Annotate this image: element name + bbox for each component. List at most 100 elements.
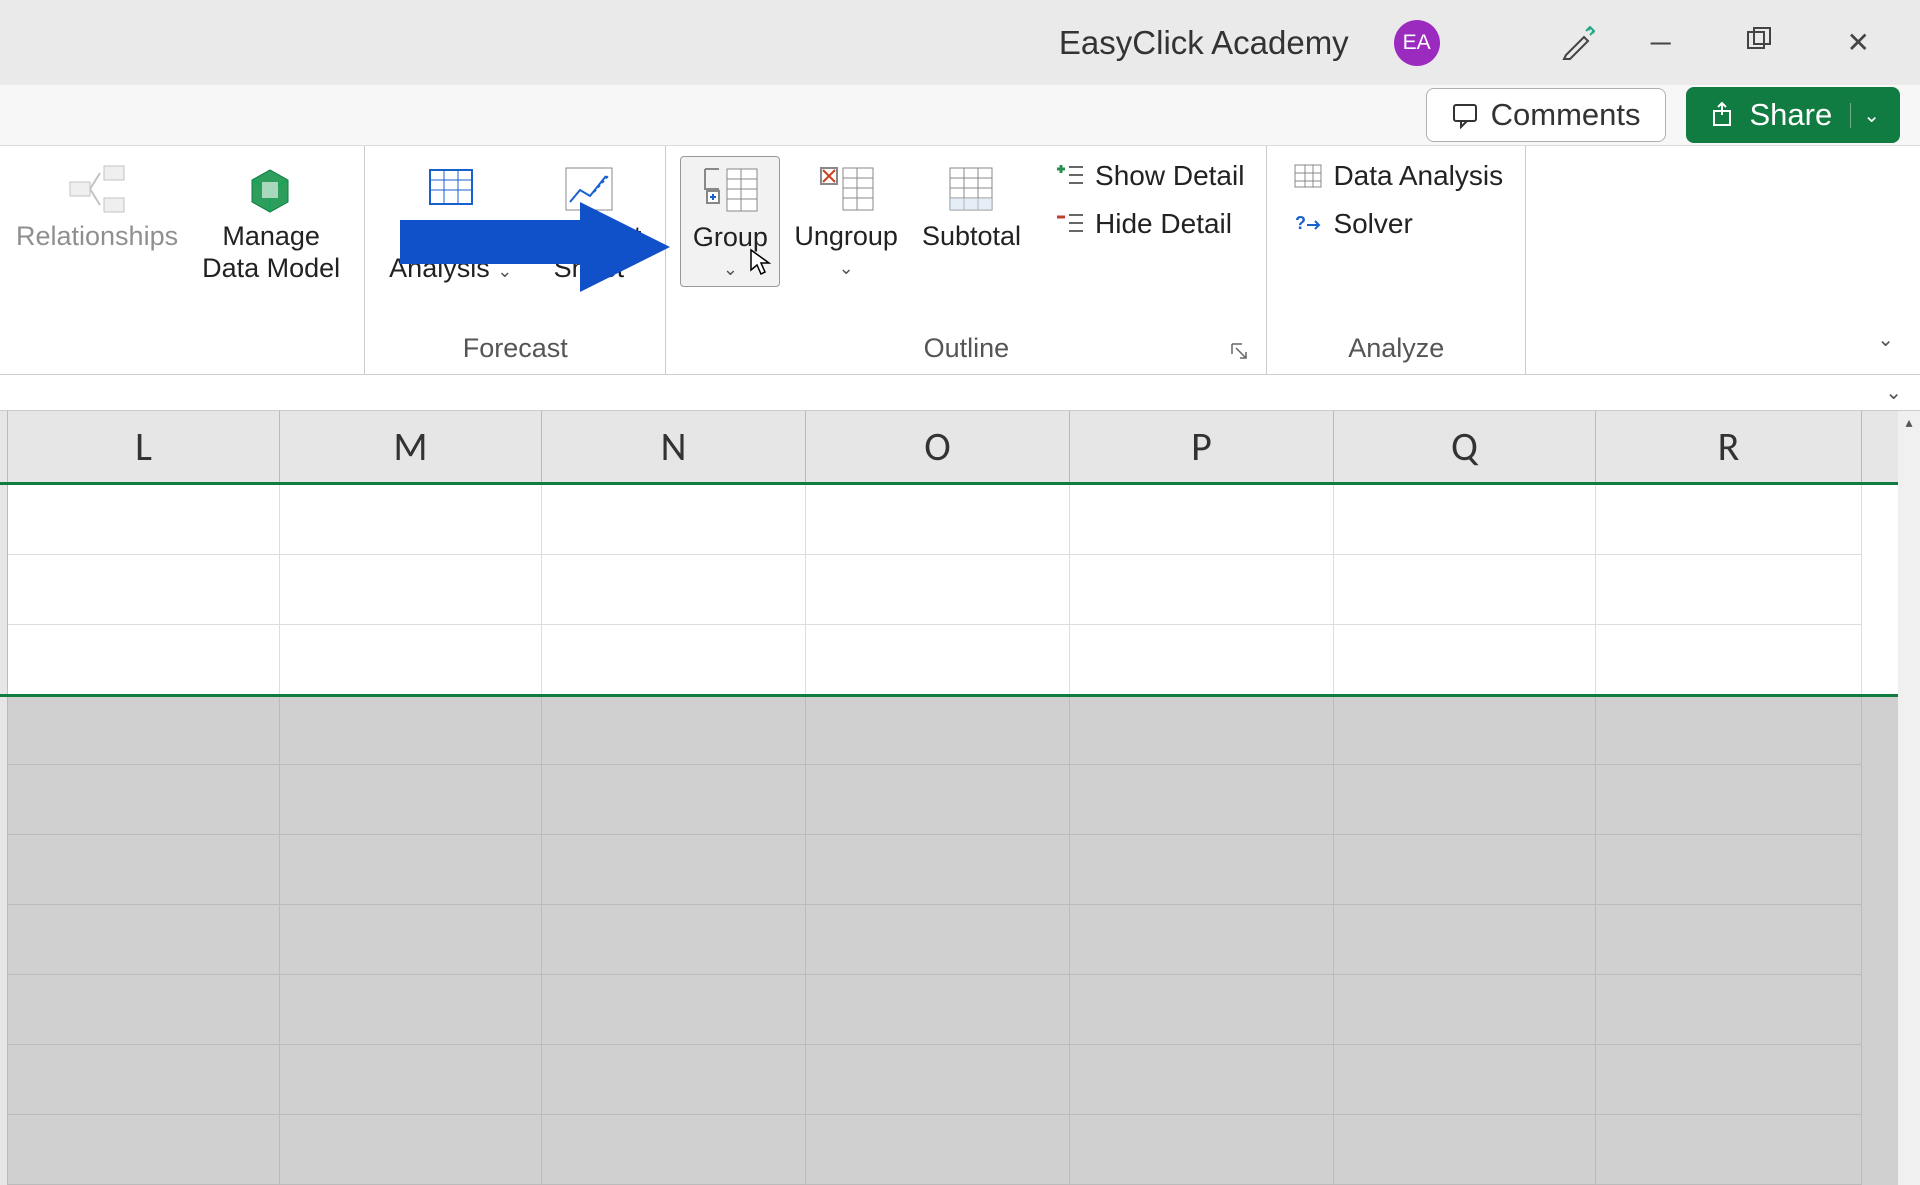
column-header-L[interactable]: L xyxy=(8,411,280,482)
grid-cell[interactable] xyxy=(280,835,542,905)
grid-cell[interactable] xyxy=(542,555,806,625)
column-header-Q[interactable]: Q xyxy=(1334,411,1596,482)
grid-cell[interactable] xyxy=(8,695,280,765)
grid-cell[interactable] xyxy=(1596,905,1862,975)
minimize-button[interactable]: ─ xyxy=(1631,19,1691,67)
grid-cell[interactable] xyxy=(542,765,806,835)
grid-cell[interactable] xyxy=(1334,695,1596,765)
grid-cell[interactable] xyxy=(8,485,280,555)
column-header-N[interactable]: N xyxy=(542,411,806,482)
grid-cell[interactable] xyxy=(1334,1045,1596,1115)
grid-cell[interactable] xyxy=(542,485,806,555)
what-if-analysis-button[interactable]: What-If Analysis ⌄ xyxy=(379,156,522,291)
grid-cell[interactable] xyxy=(1070,625,1334,695)
ungroup-button[interactable]: Ungroup ⌄ xyxy=(784,156,908,285)
group-button[interactable]: Group ⌄ xyxy=(680,156,780,287)
grid-cell[interactable] xyxy=(542,835,806,905)
maximize-button[interactable] xyxy=(1726,18,1792,67)
grid-cell[interactable] xyxy=(8,835,280,905)
grid-cell[interactable] xyxy=(1596,625,1862,695)
grid-cell[interactable] xyxy=(1596,1045,1862,1115)
grid-cell[interactable] xyxy=(8,555,280,625)
grid-cell[interactable] xyxy=(1596,485,1862,555)
grid-cell[interactable] xyxy=(280,1115,542,1185)
spreadsheet-grid[interactable]: LMNOPQR ▴ xyxy=(0,411,1920,1185)
grid-cell[interactable] xyxy=(806,695,1070,765)
grid-row[interactable] xyxy=(0,1045,1920,1115)
hide-detail-button[interactable]: Hide Detail xyxy=(1047,204,1252,244)
column-header-P[interactable]: P xyxy=(1070,411,1334,482)
comments-button[interactable]: Comments xyxy=(1426,88,1666,142)
grid-row[interactable] xyxy=(0,485,1920,555)
column-header-O[interactable]: O xyxy=(806,411,1070,482)
grid-cell[interactable] xyxy=(806,765,1070,835)
solver-button[interactable]: ? Solver xyxy=(1285,204,1511,244)
grid-cell[interactable] xyxy=(8,975,280,1045)
pen-icon[interactable] xyxy=(1560,25,1596,61)
grid-cell[interactable] xyxy=(280,905,542,975)
grid-cell[interactable] xyxy=(542,1045,806,1115)
grid-cell[interactable] xyxy=(1070,1115,1334,1185)
grid-cell[interactable] xyxy=(280,485,542,555)
grid-cell[interactable] xyxy=(542,905,806,975)
grid-cell[interactable] xyxy=(8,625,280,695)
close-button[interactable]: ✕ xyxy=(1827,18,1890,67)
grid-cell[interactable] xyxy=(8,1115,280,1185)
grid-cell[interactable] xyxy=(806,1045,1070,1115)
grid-row[interactable] xyxy=(0,765,1920,835)
grid-cell[interactable] xyxy=(1334,975,1596,1045)
grid-cell[interactable] xyxy=(806,835,1070,905)
grid-cell[interactable] xyxy=(1070,695,1334,765)
show-detail-button[interactable]: Show Detail xyxy=(1047,156,1252,196)
grid-cell[interactable] xyxy=(1334,555,1596,625)
avatar[interactable]: EA xyxy=(1394,20,1440,66)
dialog-launcher-icon[interactable] xyxy=(1230,342,1248,360)
grid-cell[interactable] xyxy=(1334,1115,1596,1185)
chevron-down-icon[interactable]: ⌄ xyxy=(839,258,854,279)
grid-cell[interactable] xyxy=(806,625,1070,695)
scroll-up-arrow[interactable]: ▴ xyxy=(1898,411,1920,433)
grid-cell[interactable] xyxy=(542,625,806,695)
grid-cell[interactable] xyxy=(1070,835,1334,905)
grid-cell[interactable] xyxy=(806,905,1070,975)
grid-row[interactable] xyxy=(0,975,1920,1045)
grid-cell[interactable] xyxy=(1070,765,1334,835)
grid-cell[interactable] xyxy=(542,975,806,1045)
chevron-down-icon[interactable]: ⌄ xyxy=(723,259,738,280)
grid-row[interactable] xyxy=(0,835,1920,905)
grid-row[interactable] xyxy=(0,905,1920,975)
collapse-ribbon-button[interactable]: ⌄ xyxy=(1877,327,1894,352)
grid-cell[interactable] xyxy=(1070,975,1334,1045)
grid-cell[interactable] xyxy=(1596,1115,1862,1185)
share-chevron-icon[interactable]: ⌄ xyxy=(1850,103,1880,128)
share-button[interactable]: Share ⌄ xyxy=(1686,87,1901,143)
grid-cell[interactable] xyxy=(1596,555,1862,625)
grid-cell[interactable] xyxy=(280,695,542,765)
column-header-M[interactable]: M xyxy=(280,411,542,482)
grid-cell[interactable] xyxy=(280,555,542,625)
vertical-scrollbar[interactable]: ▴ xyxy=(1898,411,1920,1185)
grid-cell[interactable] xyxy=(280,975,542,1045)
grid-cell[interactable] xyxy=(1596,765,1862,835)
grid-cell[interactable] xyxy=(806,975,1070,1045)
grid-row[interactable] xyxy=(0,625,1920,695)
grid-cell[interactable] xyxy=(8,905,280,975)
grid-cell[interactable] xyxy=(8,765,280,835)
grid-cell[interactable] xyxy=(280,625,542,695)
grid-cell[interactable] xyxy=(1070,1045,1334,1115)
grid-cell[interactable] xyxy=(8,1045,280,1115)
grid-cell[interactable] xyxy=(1334,765,1596,835)
grid-cell[interactable] xyxy=(542,695,806,765)
grid-cell[interactable] xyxy=(1070,485,1334,555)
grid-cell[interactable] xyxy=(1334,905,1596,975)
column-header-R[interactable]: R xyxy=(1596,411,1862,482)
grid-cell[interactable] xyxy=(806,555,1070,625)
grid-cell[interactable] xyxy=(1596,975,1862,1045)
grid-cell[interactable] xyxy=(1334,835,1596,905)
forecast-sheet-button[interactable]: Forecast Sheet xyxy=(526,156,651,291)
grid-cell[interactable] xyxy=(1334,485,1596,555)
formula-bar-toggle[interactable]: ⌄ xyxy=(1885,380,1902,405)
grid-row[interactable] xyxy=(0,695,1920,765)
grid-cell[interactable] xyxy=(1070,905,1334,975)
subtotal-button[interactable]: Subtotal xyxy=(912,156,1031,258)
